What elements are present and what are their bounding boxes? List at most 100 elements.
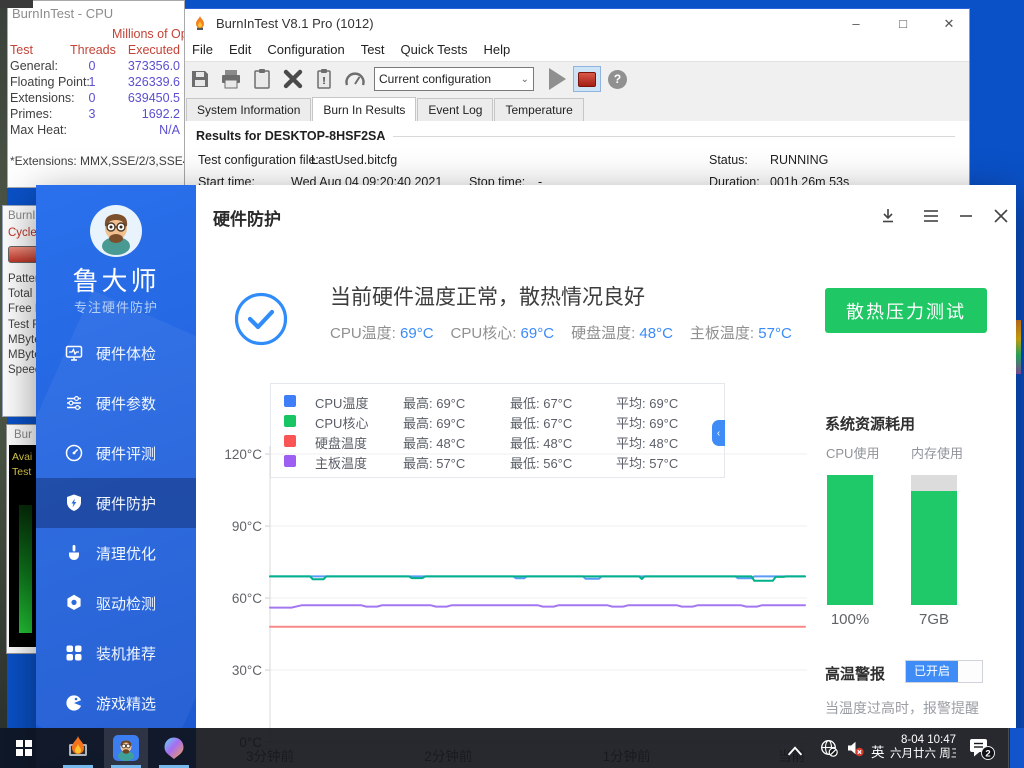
status-ok-icon xyxy=(233,291,289,347)
menu-item[interactable]: Edit xyxy=(221,39,259,60)
temperature-badge: CPU温度: 69°C xyxy=(330,322,434,343)
configuration-select[interactable]: Current configuration ⌄ xyxy=(374,67,534,91)
print-icon[interactable] xyxy=(219,67,243,91)
high-temp-alarm-title: 高温警报 xyxy=(825,663,885,684)
shield-bolt-icon xyxy=(64,493,84,513)
menu-icon[interactable] xyxy=(920,207,942,225)
taskbar-app-ludashi[interactable] xyxy=(104,728,148,768)
toolbar: ! Current configuration ⌄ ? xyxy=(182,61,969,97)
sidebar-item-cleanup[interactable]: 清理优化 xyxy=(36,528,196,578)
sliders-icon xyxy=(64,393,84,413)
taskbar-app-ludashi-monitor[interactable] xyxy=(152,728,196,768)
sidebar-item-label: 游戏精选 xyxy=(96,693,156,714)
sidebar-item-label: 硬件参数 xyxy=(96,393,156,414)
row-label: Extensions: xyxy=(10,91,75,105)
status-value: RUNNING xyxy=(770,153,828,167)
menu-item[interactable]: Help xyxy=(475,39,518,60)
cpu-col-test: Test xyxy=(10,43,33,57)
notification-center-icon[interactable]: 2 xyxy=(966,736,996,762)
sidebar-item-label: 驱动检测 xyxy=(96,593,156,614)
save-icon[interactable] xyxy=(188,67,212,91)
taskbar-app-burnintest[interactable] xyxy=(56,728,100,768)
tray-chevron-up-icon[interactable] xyxy=(786,742,804,760)
disk-activity-bar xyxy=(19,505,32,633)
background-window-sliver xyxy=(0,0,33,8)
temperature-badge: CPU核心: 69°C xyxy=(451,322,555,343)
start-tests-icon[interactable] xyxy=(549,68,566,90)
temperature-label: 硬盘温度: xyxy=(571,325,639,342)
page-title: 硬件防护 xyxy=(213,205,281,230)
tray-clock[interactable]: 8-04 10:47 六月廿六 周三 xyxy=(890,734,956,761)
legend-swatch xyxy=(284,415,296,427)
sidebar-item-build-recommend[interactable]: 装机推荐 xyxy=(36,628,196,678)
tab-system-information[interactable]: System Information xyxy=(186,98,311,121)
cpu-usage-bar xyxy=(827,475,873,605)
results-group-title: Results for DESKTOP-8HSF2SA xyxy=(196,129,385,143)
monitor-pulse-icon xyxy=(64,343,84,363)
row-executed: N/A xyxy=(106,123,180,137)
svg-text:60°C: 60°C xyxy=(232,591,262,606)
cpu-extensions-note: *Extensions: MMX,SSE/2/3,SSE4.1/4 xyxy=(10,154,184,168)
show-desktop-button[interactable] xyxy=(1010,728,1024,768)
legend-row: CPU温度最高: 69°C最低: 67°C平均: 69°C xyxy=(271,392,724,412)
delete-icon[interactable] xyxy=(281,67,305,91)
tab-burn-in-results[interactable]: Burn In Results xyxy=(312,97,416,121)
cpu-col-group-header: Millions of Op xyxy=(112,27,184,41)
menu-item[interactable]: File xyxy=(184,39,221,60)
sidebar-item-driver-check[interactable]: 驱动检测 xyxy=(36,578,196,628)
close-icon[interactable] xyxy=(990,207,1012,225)
volume-muted-icon[interactable] xyxy=(846,739,864,757)
temperature-badge: 主板温度: 57°C xyxy=(690,322,792,343)
help-icon[interactable]: ? xyxy=(608,70,627,89)
legend-max: 最高: 69°C xyxy=(403,393,465,412)
cpu-col-executed: Executed xyxy=(106,43,180,57)
close-icon[interactable]: ✕ xyxy=(934,13,964,34)
legend-series-name: CPU核心 xyxy=(315,413,368,432)
titlebar[interactable]: BurnInTest V8.1 Pro (1012) – □ ✕ xyxy=(182,9,969,37)
tab-temperature[interactable]: Temperature xyxy=(494,98,583,121)
show-desktop-divider xyxy=(1008,728,1009,768)
taskbar: 英 8-04 10:47 六月廿六 周三 2 xyxy=(0,728,1024,768)
ime-indicator[interactable]: 英 xyxy=(871,741,885,761)
sidebar-item-hw-exam[interactable]: 硬件体检 xyxy=(36,328,196,378)
network-globe-disconnected-icon[interactable] xyxy=(820,739,838,757)
start-button[interactable] xyxy=(0,728,48,768)
test-notes-icon[interactable]: ! xyxy=(312,67,336,91)
minimize-icon[interactable] xyxy=(955,207,977,225)
temperature-value: 57°C xyxy=(758,325,792,342)
sidebar-item-game-picks[interactable]: 游戏精选 xyxy=(36,678,196,728)
svg-text:!: ! xyxy=(322,76,325,87)
download-icon[interactable] xyxy=(877,207,899,225)
sidebar-item-hw-benchmark[interactable]: 硬件评测 xyxy=(36,428,196,478)
legend-min: 最低: 67°C xyxy=(510,393,572,412)
row-executed: 326339.6 xyxy=(106,75,180,89)
menu-item[interactable]: Quick Tests xyxy=(393,39,476,60)
menu-item[interactable]: Test xyxy=(353,39,393,60)
stop-tests-button[interactable] xyxy=(573,66,601,92)
tab-strip: System InformationBurn In ResultsEvent L… xyxy=(182,95,969,121)
svg-text:90°C: 90°C xyxy=(232,519,262,534)
divider xyxy=(393,136,955,137)
clipboard-icon[interactable] xyxy=(250,67,274,91)
sidebar-item-label: 清理优化 xyxy=(96,543,156,564)
table-row: Floating Point:1326339.6 xyxy=(8,75,184,91)
row-label: General: xyxy=(10,59,58,73)
desktop: BurnInTest - CPU Millions of Op Test Thr… xyxy=(0,0,1024,768)
gauge-icon[interactable] xyxy=(343,67,367,91)
tab-event-log[interactable]: Event Log xyxy=(417,98,493,121)
resources-title: 系统资源耗用 xyxy=(825,413,915,434)
windows-logo-icon xyxy=(16,740,32,756)
sidebar-item-label: 硬件防护 xyxy=(96,493,156,514)
stress-test-button[interactable]: 散热压力测试 xyxy=(825,288,987,333)
sidebar-item-hw-protection[interactable]: 硬件防护 xyxy=(36,478,196,528)
tray-time: 8-04 10:47 xyxy=(890,734,956,748)
minimize-icon[interactable]: – xyxy=(841,13,871,34)
sidebar-item-label: 装机推荐 xyxy=(96,643,156,664)
alarm-toggle[interactable]: 已开启 xyxy=(905,660,983,683)
background-test-pattern-sliver xyxy=(1016,320,1021,374)
maximize-icon[interactable]: □ xyxy=(888,13,918,34)
row-label: Primes: xyxy=(10,107,52,121)
temperature-label: CPU温度: xyxy=(330,325,400,342)
menu-item[interactable]: Configuration xyxy=(259,39,352,60)
sidebar-item-hw-params[interactable]: 硬件参数 xyxy=(36,378,196,428)
